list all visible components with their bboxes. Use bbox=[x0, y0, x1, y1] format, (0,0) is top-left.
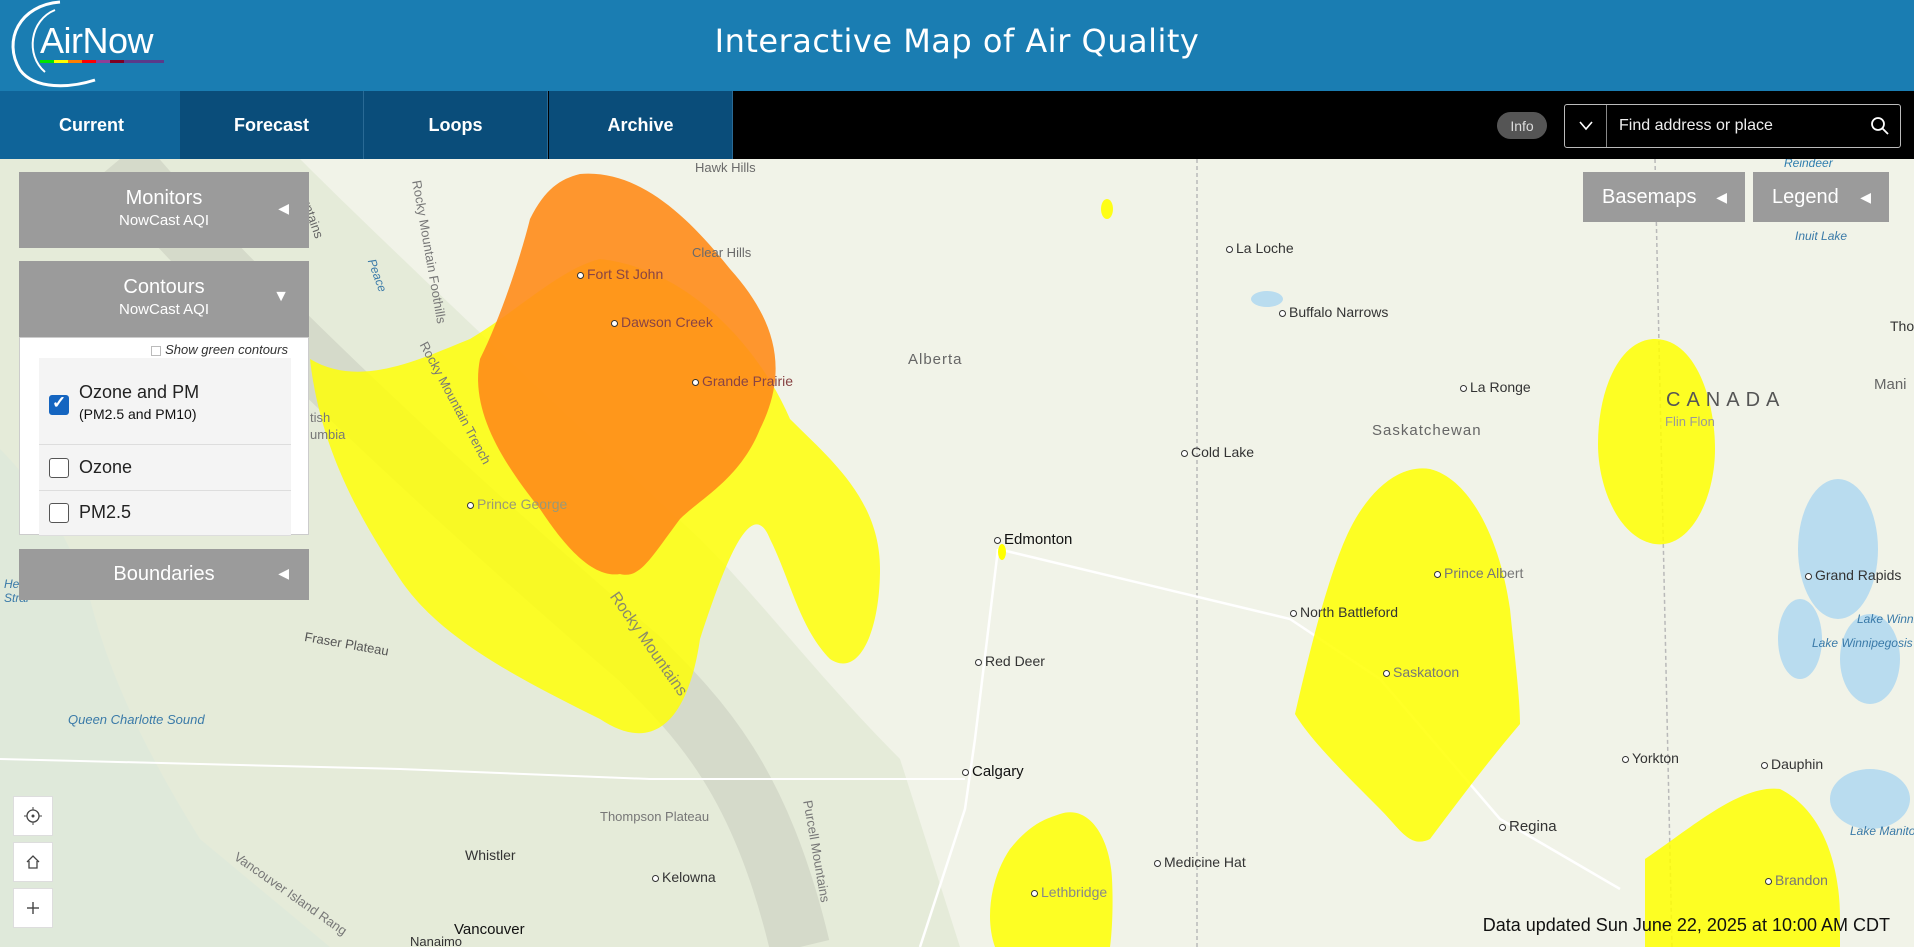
region-label-saskatchewan: Saskatchewan bbox=[1372, 422, 1482, 439]
city-label: Edmonton bbox=[993, 531, 1073, 548]
legend-label: Legend bbox=[1772, 185, 1839, 208]
feature-label: Thompson Plateau bbox=[600, 809, 710, 824]
monitors-subtitle: NowCast AQI bbox=[118, 212, 210, 229]
checkbox-ozone-pm[interactable] bbox=[49, 393, 69, 415]
data-updated-status: Data updated Sun June 22, 2025 at 10:00 … bbox=[1482, 915, 1890, 935]
city-label: Kelowna bbox=[652, 869, 716, 885]
zoom-in-icon bbox=[27, 902, 39, 914]
header: AirNow Interactive Map of Air Quality bbox=[0, 0, 1914, 91]
option-label: Ozone bbox=[79, 457, 133, 477]
collapse-arrow-icon: ◀ bbox=[1716, 188, 1727, 205]
city-label: Brandon bbox=[1765, 872, 1828, 888]
feature-label: Lake Winnipeg bbox=[1857, 612, 1914, 626]
city-label: Buffalo Narrows bbox=[1278, 304, 1389, 320]
country-label: CANADA bbox=[1666, 389, 1786, 411]
city-label: Cold Lake bbox=[1180, 444, 1255, 460]
city-label: Grand Rapids bbox=[1804, 567, 1902, 583]
contour-option-ozone[interactable]: Ozone bbox=[39, 445, 291, 491]
contours-subtitle: NowCast AQI bbox=[118, 301, 210, 318]
feature-label: Queen Charlotte Sound bbox=[68, 712, 205, 727]
feature-label: Hawk Hills bbox=[695, 160, 756, 175]
tab-loops[interactable]: Loops bbox=[364, 91, 548, 159]
city-label: Prince Albert bbox=[1433, 565, 1524, 581]
tab-current[interactable]: Current bbox=[0, 91, 184, 159]
city-label: Nanaimo bbox=[410, 934, 463, 947]
zoom-in-button[interactable] bbox=[13, 888, 53, 928]
city-label: Yorkton bbox=[1622, 750, 1679, 766]
city-label: Flin Flon bbox=[1665, 414, 1715, 429]
search-icon[interactable] bbox=[1870, 116, 1890, 136]
city-label: Fort St John bbox=[576, 266, 664, 282]
city-label: La Ronge bbox=[1460, 379, 1531, 395]
legend-button[interactable]: Legend ◀ bbox=[1753, 172, 1889, 222]
info-button[interactable]: Info bbox=[1497, 112, 1547, 139]
option-label: Ozone and PM bbox=[79, 382, 200, 402]
search-box bbox=[1564, 104, 1901, 148]
option-sublabel: (PM2.5 and PM10) bbox=[79, 406, 197, 422]
city-label: La Loche bbox=[1226, 240, 1294, 256]
feature-label: Lake Manitoba bbox=[1850, 824, 1914, 838]
contours-panel-body: Show green contours Ozone and PM (PM2.5 … bbox=[19, 337, 309, 536]
search-source-dropdown[interactable] bbox=[1565, 105, 1607, 147]
city-label: Vancouver bbox=[454, 921, 525, 938]
collapse-arrow-icon: ◀ bbox=[1860, 188, 1871, 205]
page-title: Interactive Map of Air Quality bbox=[714, 22, 1200, 60]
show-green-label: Show green contours bbox=[165, 342, 288, 357]
city-label: Grande Prairie bbox=[691, 373, 794, 389]
city-label: Regina bbox=[1499, 818, 1557, 835]
boundaries-title: Boundaries bbox=[113, 563, 215, 585]
contour-option-ozone-pm[interactable]: Ozone and PM (PM2.5 and PM10) bbox=[39, 358, 291, 445]
city-label: Tho bbox=[1890, 318, 1914, 334]
chevron-down-icon bbox=[1578, 121, 1593, 131]
option-label: PM2.5 bbox=[79, 502, 132, 522]
city-label: Mani bbox=[1874, 376, 1907, 393]
city-label: Medicine Hat bbox=[1154, 854, 1246, 870]
home-icon bbox=[26, 855, 40, 869]
aqi-contour-moderate-small bbox=[1101, 199, 1113, 219]
boundaries-panel-header[interactable]: Boundaries ◀ bbox=[19, 549, 309, 600]
checkbox-ozone[interactable] bbox=[49, 458, 69, 478]
feature-label: Clear Hills bbox=[692, 245, 752, 260]
locate-button[interactable] bbox=[13, 796, 53, 836]
tab-forecast[interactable]: Forecast bbox=[180, 91, 364, 159]
search-input[interactable] bbox=[1619, 105, 1859, 147]
region-label-alberta: Alberta bbox=[908, 351, 963, 368]
feature-label: tish umbia bbox=[310, 410, 346, 442]
show-green-contours-toggle[interactable]: Show green contours bbox=[151, 342, 288, 357]
locate-icon bbox=[24, 807, 42, 825]
basemaps-button[interactable]: Basemaps ◀ bbox=[1583, 172, 1745, 222]
city-label: Dawson Creek bbox=[611, 314, 713, 330]
city-label: Whistler bbox=[465, 847, 516, 863]
tab-archive[interactable]: Archive bbox=[549, 91, 733, 159]
collapse-arrow-icon: ◀ bbox=[278, 565, 289, 581]
city-label: North Battleford bbox=[1289, 604, 1399, 620]
home-button[interactable] bbox=[13, 842, 53, 882]
city-label: Lethbridge bbox=[1030, 884, 1108, 900]
contour-option-pm25[interactable]: PM2.5 bbox=[39, 491, 291, 536]
feature-label: Lake Winnipegosis bbox=[1812, 636, 1913, 650]
basemaps-label: Basemaps bbox=[1602, 185, 1697, 208]
monitors-title: Monitors bbox=[125, 187, 203, 209]
collapse-arrow-icon: ◀ bbox=[278, 200, 289, 216]
checkbox-icon[interactable] bbox=[151, 345, 162, 356]
contours-panel-header[interactable]: Contours NowCast AQI ▼ bbox=[19, 261, 309, 337]
monitors-panel-header[interactable]: Monitors NowCast AQI ◀ bbox=[19, 172, 309, 248]
feature-label: Inuit Lake bbox=[1795, 229, 1848, 243]
feature-label: Reindeer bbox=[1784, 159, 1833, 170]
contours-title: Contours bbox=[123, 276, 205, 298]
city-label: Calgary bbox=[962, 763, 1024, 780]
checkbox-pm25[interactable] bbox=[49, 503, 69, 523]
city-label: Dauphin bbox=[1760, 756, 1824, 772]
city-label: Red Deer bbox=[975, 653, 1045, 669]
city-label: Saskatoon bbox=[1382, 664, 1460, 680]
city-label: Prince George bbox=[466, 496, 568, 512]
expand-arrow-icon: ▼ bbox=[273, 288, 289, 305]
